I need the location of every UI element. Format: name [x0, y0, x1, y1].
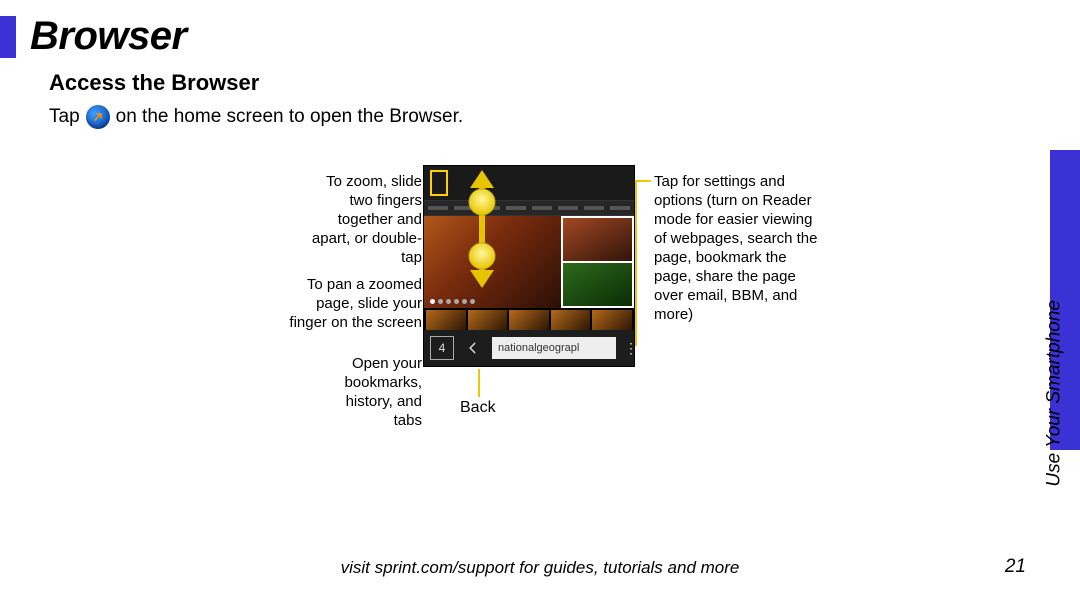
- callout-back: Back: [460, 398, 496, 418]
- intro-before: Tap: [49, 104, 80, 130]
- chevron-left-icon: [466, 341, 480, 355]
- page-title: Browser: [30, 14, 187, 59]
- callout-settings: Tap for settings and options (turn on Re…: [654, 172, 824, 324]
- accent-block: [0, 16, 16, 58]
- thumbnail: [563, 263, 632, 306]
- intro-line: Tap on the home screen to open the Brows…: [49, 104, 463, 130]
- phone-screenshot: 4 nationalgeograpl ⋮: [423, 165, 635, 367]
- connector-line: [478, 369, 480, 397]
- section-heading: Access the Browser: [49, 70, 259, 96]
- overflow-menu-button[interactable]: ⋮: [624, 346, 628, 350]
- intro-after: on the home screen to open the Browser.: [116, 104, 464, 130]
- callout-pan: To pan a zoomed page, slide your finger …: [287, 275, 422, 332]
- title-row: Browser: [0, 14, 187, 59]
- browser-toolbar: 4 nationalgeograpl ⋮: [424, 330, 634, 366]
- arrow-up-right-icon: [92, 111, 104, 123]
- connector-line: [635, 180, 637, 346]
- browser-app-icon: [86, 105, 110, 129]
- back-button[interactable]: [462, 337, 484, 359]
- side-thumbnails: [561, 216, 634, 308]
- connector-line: [637, 180, 651, 182]
- section-side-label: Use Your Smartphone: [1044, 300, 1066, 487]
- callout-zoom: To zoom, slide two fingers together and …: [300, 172, 422, 267]
- hero-image: [424, 216, 561, 308]
- phone-site-header: [424, 166, 634, 200]
- page-number: 21: [1005, 556, 1026, 578]
- phone-site-content: [424, 216, 634, 308]
- tabs-count-button[interactable]: 4: [430, 336, 454, 360]
- page-root: Browser Access the Browser Tap on the ho…: [0, 0, 1080, 594]
- carousel-dots-icon: [430, 299, 475, 304]
- phone-site-menu: [424, 200, 634, 216]
- footer-note: visit sprint.com/support for guides, tut…: [0, 558, 1080, 578]
- thumbnail: [563, 218, 632, 261]
- callout-bookmarks: Open your bookmarks, history, and tabs: [324, 354, 422, 430]
- url-field[interactable]: nationalgeograpl: [492, 337, 616, 359]
- natgeo-logo-icon: [430, 170, 448, 196]
